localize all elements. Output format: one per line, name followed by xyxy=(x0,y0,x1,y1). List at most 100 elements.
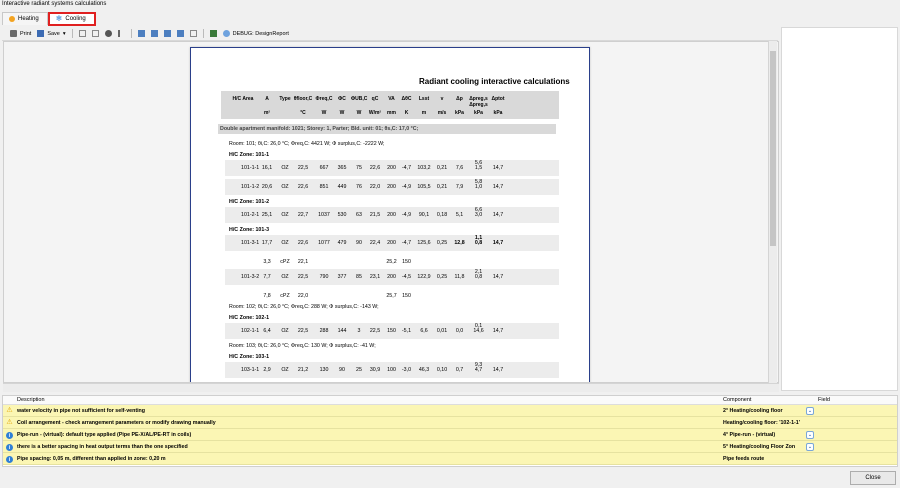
table-cell: 6,6 xyxy=(420,328,428,334)
table-cell: OZ xyxy=(281,274,289,280)
layout-icon[interactable] xyxy=(176,30,184,37)
close-button[interactable]: Close xyxy=(850,471,896,485)
column-unit: kPa xyxy=(493,110,503,116)
horizontal-scrollbar[interactable] xyxy=(3,383,779,392)
table-cell: 0,01 xyxy=(436,328,448,334)
zoom-icon[interactable] xyxy=(189,30,197,37)
column-unit: kPa xyxy=(455,110,464,116)
page-icon[interactable] xyxy=(78,30,86,37)
table-cell: OZ xyxy=(281,328,289,334)
column-header: qC xyxy=(371,96,379,102)
table-cell: 6,6 3,0 xyxy=(474,207,483,218)
table-cell: 22,6 xyxy=(297,184,309,190)
tab-cooling[interactable]: ❄ Cooling xyxy=(47,12,96,26)
save-button[interactable]: Save ▾ xyxy=(37,30,66,37)
message-row[interactable]: ⚠ water velocity in pipe not sufficient f… xyxy=(3,405,897,417)
table-cell: 90,1 xyxy=(418,212,430,218)
report-page: Radiant cooling interactive calculations… xyxy=(190,47,590,382)
save-label: Save xyxy=(47,30,60,37)
message-component: 2° Heating/cooling floor xyxy=(723,408,783,414)
table-cell: 46,3 xyxy=(418,367,430,373)
table-cell: 5,1 xyxy=(455,212,464,218)
message-row[interactable]: i Pipe spacing: 0,05 m, different than ap… xyxy=(3,453,897,465)
table-cell: -4,7 xyxy=(401,165,412,171)
messages-header: Description Component Field xyxy=(3,396,897,405)
room-line: Room: 102; θi,C: 26,0 °C; Φreq,C: 288 W;… xyxy=(229,304,379,310)
column-header: Δpreg,s Δpreg,s xyxy=(469,96,488,108)
message-row[interactable]: i Pipe-run - (virtual): default type appl… xyxy=(3,429,897,441)
column-header: ΔθC xyxy=(401,96,412,102)
table-cell: 14,7 xyxy=(492,240,504,246)
column-header: θfloor,C xyxy=(293,96,313,102)
table-cell: OZ xyxy=(281,212,289,218)
window-title: Interactive radiant systems calculations xyxy=(2,1,107,7)
table-cell: 200 xyxy=(387,184,396,190)
toolbar-separator xyxy=(130,29,132,38)
tab-heating-label: Heating xyxy=(18,16,39,22)
report-viewer[interactable]: Radiant cooling interactive calculations… xyxy=(3,41,779,383)
table-cell: 449 xyxy=(337,184,347,190)
field-column-header[interactable]: Field xyxy=(818,397,830,403)
print-button[interactable]: Print xyxy=(10,30,31,37)
table-cell: 14,7 xyxy=(492,367,504,373)
table-cell: 6,4 xyxy=(263,328,271,334)
message-row[interactable]: ⚠ Coil arrangement - check arrangement pa… xyxy=(3,417,897,429)
tab-heating[interactable]: Heating xyxy=(2,12,48,25)
column-header: Φreq,C xyxy=(315,96,333,102)
scroll-thumb[interactable] xyxy=(770,51,776,246)
table-cell: 0,7 xyxy=(455,367,464,373)
table-cell: 76 xyxy=(356,184,362,190)
table-cell: -4,9 xyxy=(401,184,412,190)
table-cell: 1037 xyxy=(318,212,330,218)
table-cell: -4,5 xyxy=(401,274,412,280)
find-icon[interactable] xyxy=(104,30,112,37)
component-column-header[interactable]: Component xyxy=(723,397,751,403)
report-title: Radiant cooling interactive calculations xyxy=(419,77,570,86)
two-page-icon[interactable] xyxy=(150,30,158,37)
print-label: Print xyxy=(20,30,32,37)
message-row[interactable]: i there is a better spacing in heat outpu… xyxy=(3,441,897,453)
table-cell: OZ xyxy=(281,240,289,246)
message-component: Heating/cooling floor: '102-1-1' xyxy=(723,420,800,426)
table-cell: 14,7 xyxy=(492,184,504,190)
table-cell: 20,6 xyxy=(261,184,273,190)
debug-design-report-button[interactable]: DEBUG: DesignReport xyxy=(222,30,289,37)
table-cell: 150 xyxy=(387,328,396,334)
message-description: Pipe spacing: 0,05 m, different than app… xyxy=(17,456,166,462)
room-line: Room: 103; θi,C: 26,0 °C; Φreq,C: 130 W;… xyxy=(229,343,376,349)
table-cell: 12,8 xyxy=(454,240,465,246)
column-header: Type xyxy=(279,96,291,102)
column-header: ΦUB,C xyxy=(351,96,368,102)
table-cell: 790 xyxy=(319,274,329,280)
single-page-icon[interactable] xyxy=(137,30,145,37)
column-unit: K xyxy=(404,110,409,116)
zone-line: H/C Zone: 101-2 xyxy=(229,199,270,205)
table-cell: 25,2 xyxy=(386,259,397,265)
column-unit: m/s xyxy=(437,110,447,116)
table-cell: 5,8 1,0 xyxy=(474,179,483,190)
printer-icon xyxy=(10,30,17,37)
message-component: 4° Pipe-run - (virtual) xyxy=(723,432,776,438)
tab-bar: Heating ❄ Cooling xyxy=(2,12,96,26)
table-cell: 17,7 xyxy=(261,240,273,246)
table-cell: 667 xyxy=(319,165,329,171)
table-cell: OZ xyxy=(281,184,289,190)
description-column-header[interactable]: Description xyxy=(17,397,45,403)
table-cell: 14,7 xyxy=(492,328,504,334)
multi-page-icon[interactable] xyxy=(163,30,171,37)
vertical-scrollbar[interactable] xyxy=(768,41,777,383)
copy-icon[interactable] xyxy=(91,30,99,37)
component-dropdown-icon[interactable]: ⌄ xyxy=(806,431,814,439)
text-icon[interactable] xyxy=(117,30,125,37)
report-icon[interactable] xyxy=(209,30,217,37)
table-cell: 200 xyxy=(387,240,396,246)
column-header: Lsst xyxy=(418,96,430,102)
table-cell: 14,7 xyxy=(492,274,504,280)
table-cell: 105,5 xyxy=(417,184,431,190)
component-dropdown-icon[interactable]: ⌄ xyxy=(806,443,814,451)
table-cell: 85 xyxy=(356,274,362,280)
zone-line: H/C Zone: 103-1 xyxy=(229,354,270,360)
component-dropdown-icon[interactable]: ⌄ xyxy=(806,407,814,415)
table-cell: cPZ xyxy=(280,259,290,265)
manifold-line: Double apartment manifold: 1021; Storey:… xyxy=(218,124,556,134)
